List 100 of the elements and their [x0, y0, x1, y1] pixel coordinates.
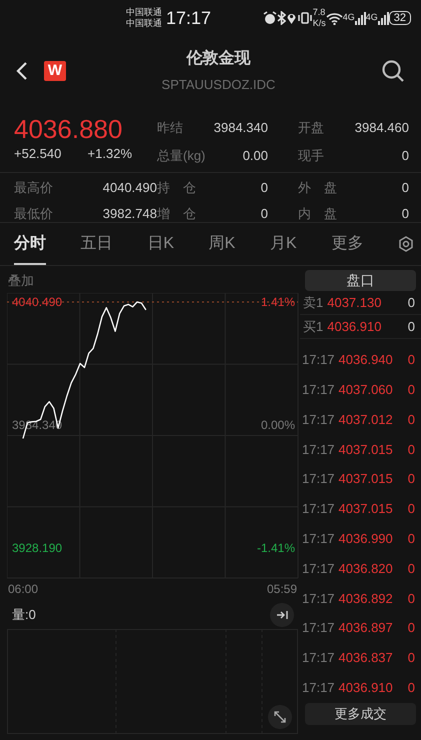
trade-volume: 0	[408, 530, 415, 548]
page-title: 伦敦金现	[186, 48, 250, 70]
stat-value: 0	[402, 146, 409, 164]
trade-volume: 0	[408, 500, 415, 518]
trade-time: 17:17	[302, 351, 335, 370]
net-speed-label: K/s	[312, 18, 326, 29]
stat-label: 持 仓	[157, 179, 196, 197]
chart-tab[interactable]: 分时	[14, 223, 46, 265]
search-icon[interactable]	[381, 59, 405, 83]
last-price: 4036.880	[14, 114, 124, 144]
net-speed-label: 7.8	[312, 7, 326, 18]
stat-label: 现手	[298, 146, 324, 164]
stat-value: 3982.748	[102, 204, 157, 222]
trade-price: 4037.015	[338, 470, 393, 488]
trade-time: 17:17	[302, 500, 335, 518]
trade-volume: 0	[408, 560, 415, 578]
time-axis-label: 06:00	[8, 582, 38, 596]
trade-price: 4036.892	[338, 590, 393, 608]
stat-value: 0.00	[242, 146, 268, 164]
jump-to-latest-button[interactable]	[270, 603, 294, 627]
clock-time: 17:17	[166, 6, 212, 30]
axis-label: 4040.490	[12, 295, 62, 309]
stat-label: 昨结	[157, 119, 183, 137]
signal-icon	[378, 12, 389, 24]
trade-time: 17:17	[302, 590, 335, 608]
expand-icon	[274, 711, 286, 723]
trade-time: 17:17	[302, 530, 335, 548]
network-type-label: 4G	[366, 12, 378, 22]
wifi-icon	[326, 12, 343, 24]
trade-time: 17:17	[302, 678, 335, 697]
quote-side-label: 卖1	[303, 294, 324, 312]
trade-price: 4036.837	[338, 649, 393, 668]
axis-label: 3928.190	[12, 541, 62, 555]
stat-value: 0	[402, 179, 409, 197]
alarm-icon	[262, 11, 277, 25]
trade-price: 4037.012	[338, 410, 393, 429]
stat-value: 0	[260, 204, 268, 222]
chart-tab[interactable]: 更多	[331, 223, 364, 265]
percent-change: +1.32%	[88, 145, 132, 163]
trade-price: 4037.015	[338, 440, 393, 459]
trade-volume: 0	[408, 380, 415, 399]
trade-price: 4036.897	[338, 619, 393, 638]
trade-price: 4036.940	[338, 351, 393, 370]
network-type-label: 4G	[342, 12, 355, 22]
arrow-to-bar-icon	[276, 610, 288, 620]
signal-icon	[354, 12, 366, 24]
stat-label: 开盘	[298, 119, 324, 137]
time-axis-label: 05:59	[266, 582, 298, 596]
stat-value: 4040.490	[102, 179, 157, 197]
symbol-code: SPTAUUSDOZ.IDC	[162, 76, 276, 94]
trade-price: 4036.910	[338, 678, 393, 697]
trade-time: 17:17	[302, 560, 335, 578]
carrier-label: 中国联通	[126, 18, 162, 29]
stat-value: 3984.340	[214, 119, 268, 137]
stat-label: 最高价	[14, 179, 53, 197]
volume-label: 量:0	[12, 606, 36, 624]
stat-label: 外 盘	[298, 179, 337, 197]
chart-tab[interactable]: 月K	[270, 223, 297, 265]
trade-time: 17:17	[302, 440, 335, 459]
stat-label: 最低价	[14, 204, 53, 222]
chart-tab[interactable]: 五日	[80, 223, 113, 265]
logo-icon: W	[44, 61, 66, 81]
trade-volume: 0	[408, 470, 415, 488]
trade-time: 17:17	[302, 410, 335, 429]
chart-tab[interactable]: 日K	[147, 223, 174, 265]
overlay-label[interactable]: 叠加	[8, 273, 34, 288]
trade-volume: 0	[408, 619, 415, 638]
trade-price: 4036.990	[338, 530, 393, 548]
stat-value: 3984.460	[354, 119, 409, 137]
trade-time: 17:17	[302, 470, 335, 488]
trade-time: 17:17	[302, 380, 335, 399]
trade-volume: 0	[408, 410, 415, 429]
trade-volume: 0	[408, 440, 415, 459]
battery-indicator: 32	[388, 11, 411, 25]
stat-value: 0	[260, 179, 268, 197]
more-trades-button[interactable]: 更多成交	[305, 702, 416, 725]
expand-button[interactable]	[268, 705, 292, 729]
trade-volume: 0	[408, 351, 415, 370]
bluetooth-icon	[276, 11, 286, 25]
trade-price: 4037.060	[338, 380, 393, 399]
trade-time: 17:17	[302, 619, 335, 638]
trade-time: 17:17	[302, 649, 335, 668]
vibrate-icon	[296, 11, 313, 25]
quote-side-label: 买1	[303, 318, 324, 336]
trade-volume: 0	[408, 649, 415, 668]
location-icon	[286, 11, 297, 25]
back-icon[interactable]	[16, 61, 28, 81]
carrier-label: 中国联通	[126, 7, 162, 18]
order-book-button[interactable]: 盘口	[305, 270, 416, 291]
trade-volume: 0	[408, 590, 415, 608]
percent-axis-label: -1.41%	[256, 541, 295, 555]
settings-icon[interactable]	[398, 236, 414, 252]
percent-axis-label: 0.00%	[260, 418, 295, 432]
stat-value: 0	[402, 204, 409, 222]
stat-label: 总量(kg)	[157, 146, 206, 165]
stat-label: 内 盘	[298, 204, 337, 222]
trade-price: 4037.015	[338, 500, 393, 518]
trade-price: 4036.820	[338, 560, 393, 578]
quote-volume: 0	[408, 294, 415, 312]
chart-tab[interactable]: 周K	[208, 223, 236, 265]
